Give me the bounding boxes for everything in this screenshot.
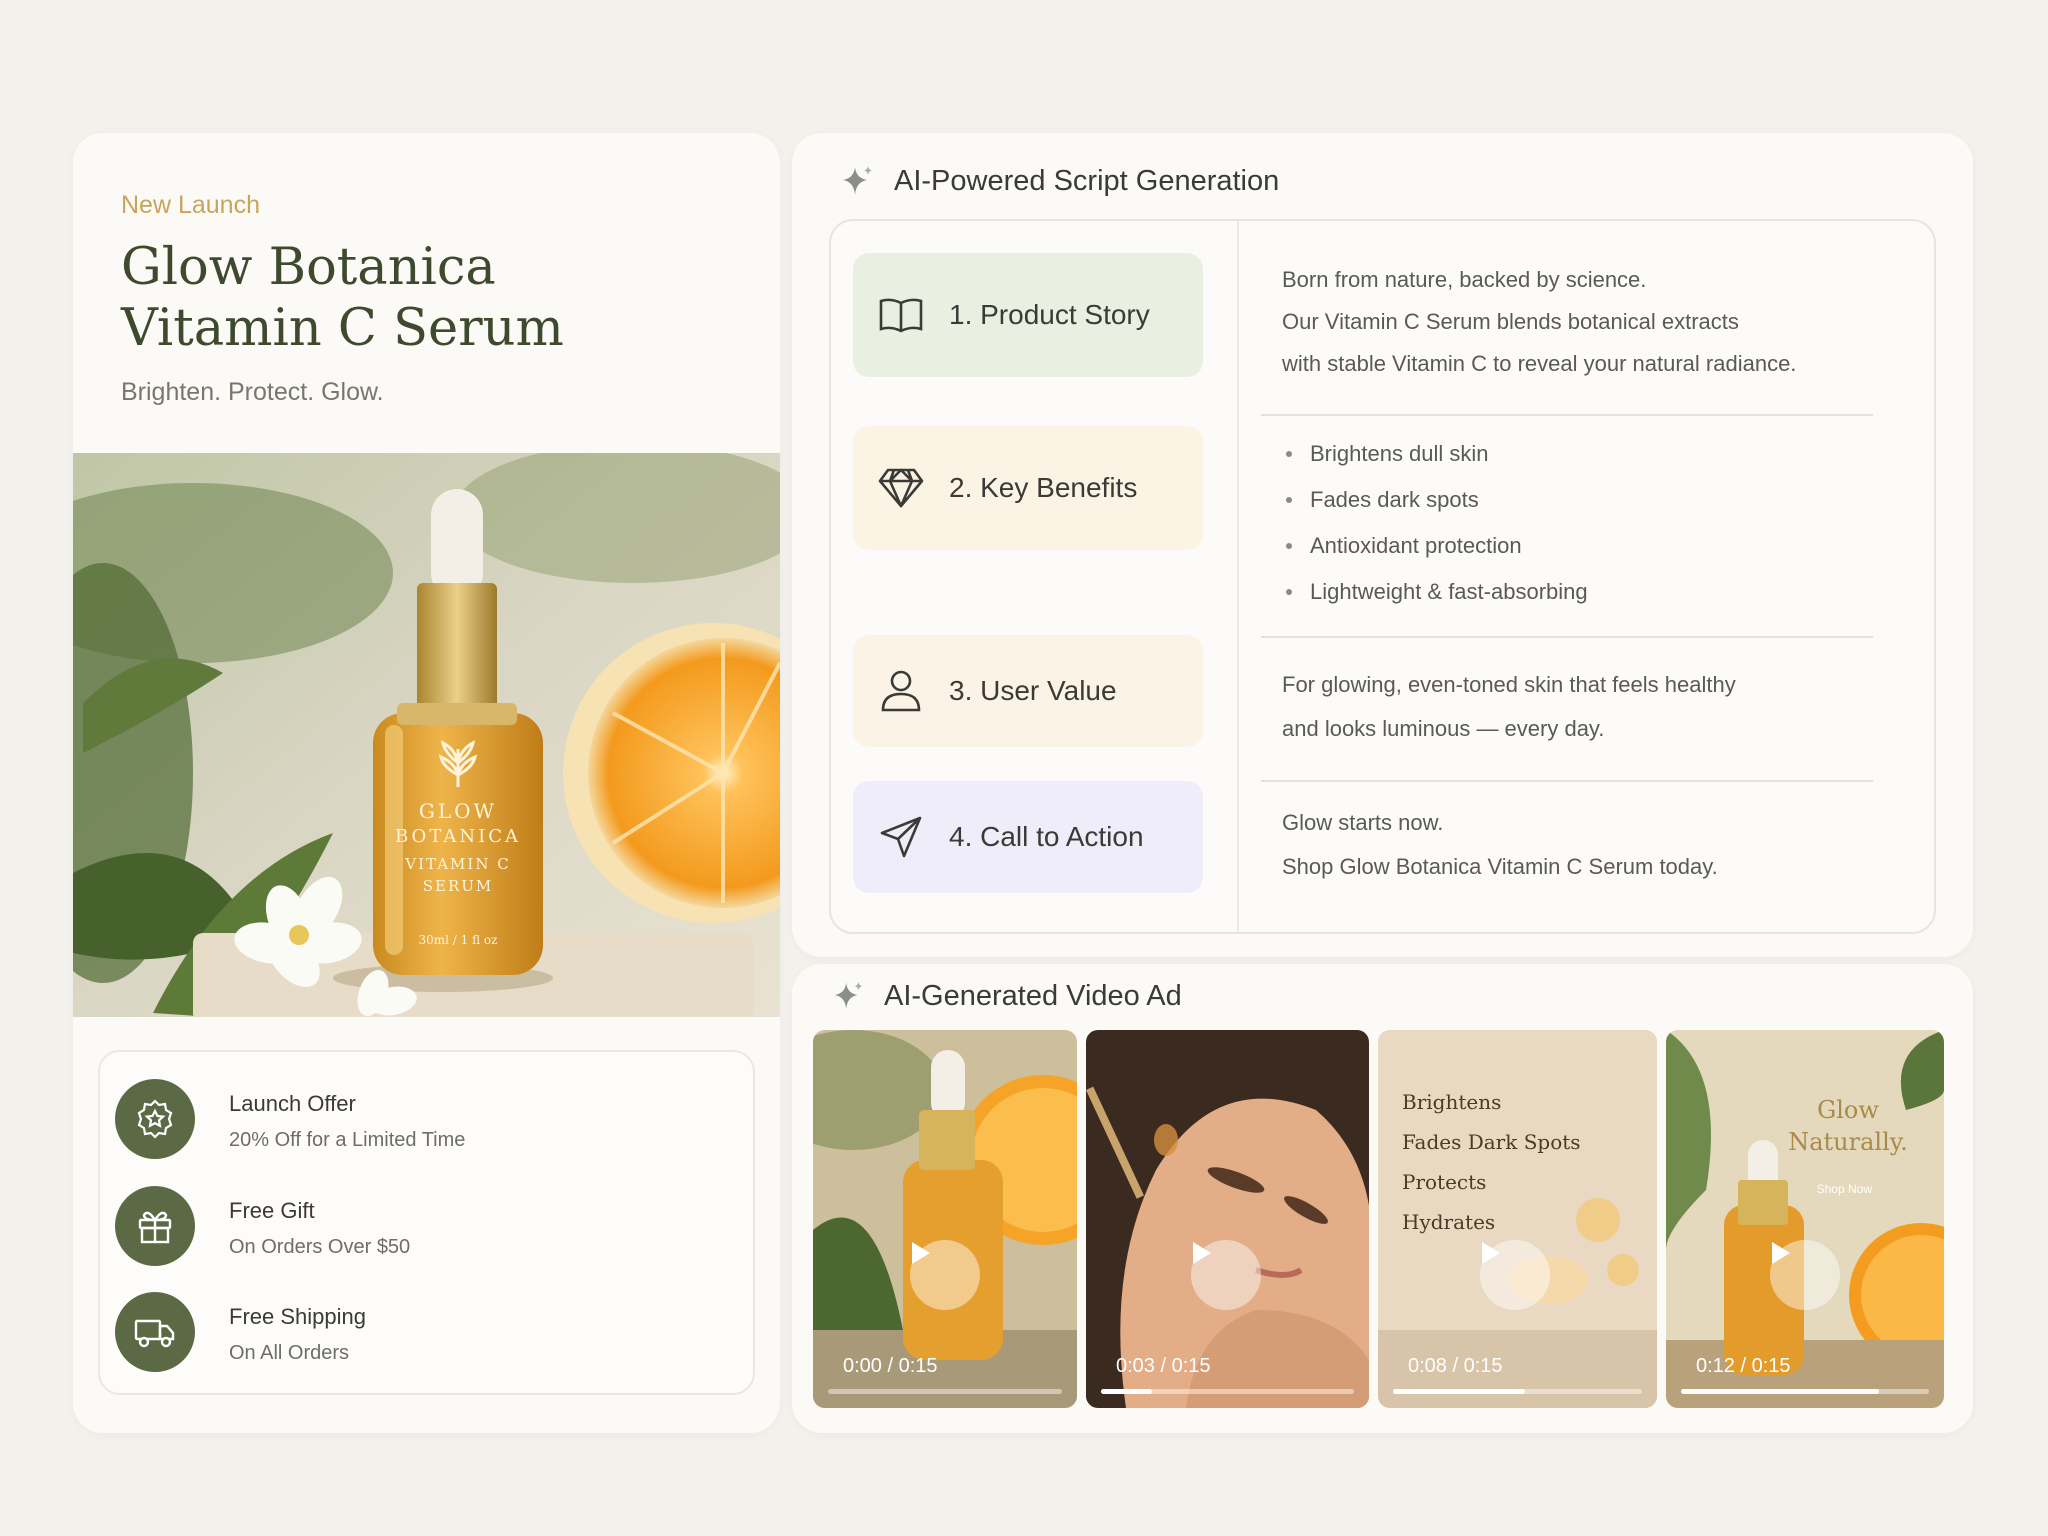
bottle-volume: 30ml / 1 fl oz (419, 933, 498, 947)
clip-progress[interactable] (828, 1389, 1062, 1394)
clip-time: 0:08 / 0:15 (1408, 1355, 1503, 1377)
list-item: Lightweight & fast-absorbing (1282, 569, 1882, 615)
clip-4-overlay-sub: Shop Now (1816, 1182, 1872, 1196)
send-icon (853, 814, 949, 860)
offer-launch: Launch Offer 20% Off for a Limited Time (115, 1079, 735, 1161)
video-clip-1[interactable]: 0:00 / 0:15 (813, 1030, 1077, 1408)
video-title: AI-Generated Video Ad (884, 979, 1182, 1012)
product-tagline: Brighten. Protect. Glow. (121, 378, 384, 406)
script-generation-panel: AI-Powered Script Generation 1. Product … (792, 133, 1973, 957)
truck-icon (115, 1292, 195, 1372)
clip-4-image (1666, 1030, 1944, 1408)
clip-4-overlay-title: Glow Naturally. (1788, 1096, 1908, 1156)
badge-star-icon (115, 1079, 195, 1159)
offer-gift: Free Gift On Orders Over $50 (115, 1186, 735, 1268)
sparkle-icon (843, 166, 872, 195)
offer-gift-title: Free Gift (229, 1198, 315, 1223)
script-box: 1. Product Story 2. Key Benefits 3. User… (829, 219, 1936, 934)
clip-time: 0:12 / 0:15 (1696, 1355, 1791, 1377)
clip-1-image (813, 1030, 1077, 1408)
clip-2-image (1086, 1030, 1369, 1408)
offer-launch-title: Launch Offer (229, 1091, 356, 1116)
video-header: AI-Generated Video Ad (832, 979, 1182, 1013)
clip-time: 0:00 / 0:15 (843, 1355, 938, 1377)
play-icon[interactable] (1191, 1240, 1261, 1310)
play-icon[interactable] (1770, 1240, 1840, 1310)
story-text: Born from nature, backed by science. Our… (1282, 267, 1797, 376)
offer-shipping-title: Free Shipping (229, 1304, 366, 1329)
clip-progress[interactable] (1681, 1389, 1929, 1394)
step-key-benefits[interactable]: 2. Key Benefits (853, 426, 1203, 550)
book-icon (853, 295, 949, 335)
bottle-label-1: GLOW (419, 799, 497, 823)
product-title: Glow Botanica Vitamin C Serum (121, 238, 564, 358)
list-item: Fades dark spots (1282, 477, 1882, 523)
launch-eyebrow: New Launch (121, 191, 260, 219)
script-title: AI-Powered Script Generation (894, 164, 1280, 197)
script-header: AI-Powered Script Generation (840, 163, 1279, 199)
clip-progress[interactable] (1101, 1389, 1354, 1394)
step-label: 2. Key Benefits (949, 472, 1138, 503)
user-value-text: For glowing, even-toned skin that feels … (1282, 672, 1736, 741)
divider (1261, 780, 1873, 782)
step-product-story[interactable]: 1. Product Story (853, 253, 1203, 377)
offer-shipping: Free Shipping On All Orders (115, 1292, 735, 1374)
play-icon[interactable] (910, 1240, 980, 1310)
diamond-icon (853, 466, 949, 510)
benefits-list: Brightens dull skin Fades dark spots Ant… (1282, 431, 1882, 615)
offer-shipping-subtitle: On All Orders (229, 1342, 350, 1364)
divider (1261, 414, 1873, 416)
bottle-label-4: SERUM (423, 877, 494, 895)
product-hero-image: GLOW BOTANICA VITAMIN C SERUM 30ml / 1 f… (73, 453, 780, 1017)
gift-icon (115, 1186, 195, 1266)
offer-gift-subtitle: On Orders Over $50 (229, 1236, 411, 1258)
user-icon (853, 668, 949, 714)
step-label: 1. Product Story (949, 299, 1150, 330)
offer-launch-subtitle: 20% Off for a Limited Time (229, 1129, 466, 1151)
step-call-to-action[interactable]: 4. Call to Action (853, 781, 1203, 893)
bottle-label-2: BOTANICA (395, 826, 521, 847)
step-user-value[interactable]: 3. User Value (853, 635, 1203, 747)
video-clip-4[interactable]: Glow Naturally. Shop Now 0:12 / 0:15 (1666, 1030, 1944, 1408)
sparkle-icon (834, 981, 863, 1010)
clip-time: 0:03 / 0:15 (1116, 1355, 1211, 1377)
offers-card: Launch Offer 20% Off for a Limited Time … (98, 1050, 755, 1395)
script-divider (1237, 221, 1239, 932)
video-clip-2[interactable]: 0:03 / 0:15 (1086, 1030, 1369, 1408)
clip-progress[interactable] (1393, 1389, 1642, 1394)
step-label: 4. Call to Action (949, 821, 1144, 852)
video-clip-3[interactable]: Brightens Fades Dark Spots Protects Hydr… (1378, 1030, 1657, 1408)
step-label: 3. User Value (949, 675, 1117, 706)
bottle-label-3: VITAMIN C (404, 855, 510, 873)
product-panel: New Launch Glow Botanica Vitamin C Serum… (73, 133, 780, 1433)
divider (1261, 636, 1873, 638)
clip-3-overlay: Brightens Fades Dark Spots Protects Hydr… (1402, 1090, 1581, 1234)
cta-text: Glow starts now. Shop Glow Botanica Vita… (1282, 810, 1718, 879)
list-item: Brightens dull skin (1282, 431, 1882, 477)
list-item: Antioxidant protection (1282, 523, 1882, 569)
play-icon[interactable] (1480, 1240, 1550, 1310)
video-ad-panel: AI-Generated Video Ad 0:00 / 0:15 0:03 /… (792, 964, 1973, 1433)
